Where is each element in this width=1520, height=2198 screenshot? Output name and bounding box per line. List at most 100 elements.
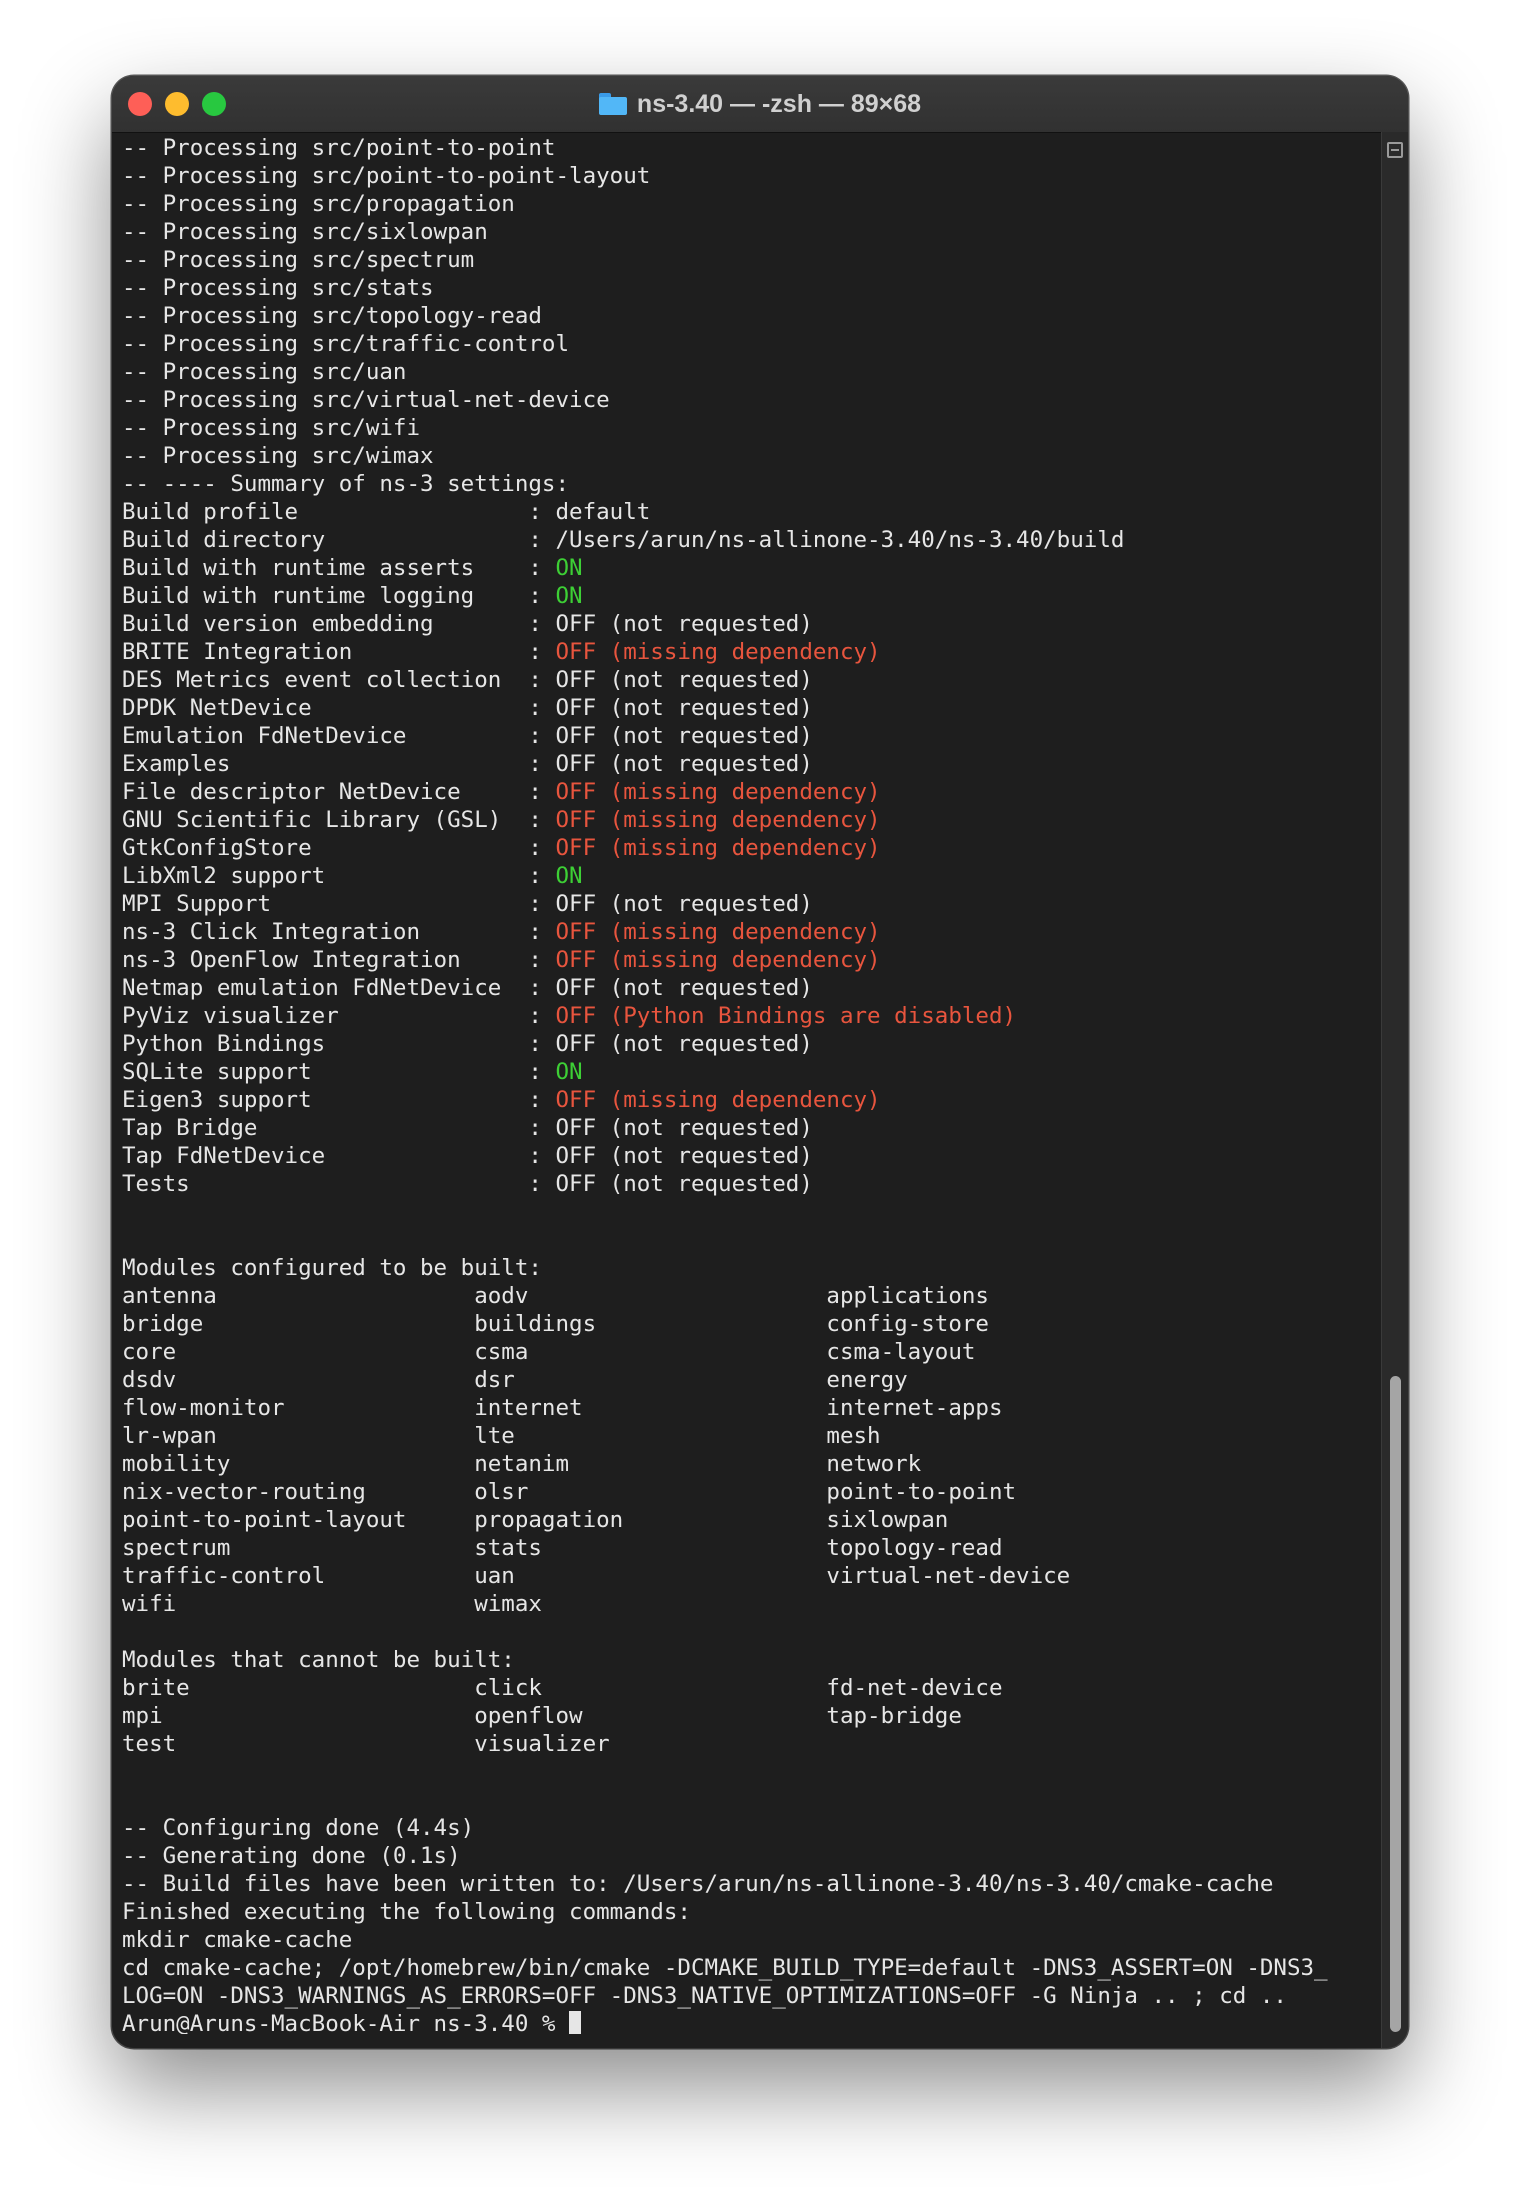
terminal-line: Emulation FdNetDevice : OFF (not request… bbox=[122, 722, 1380, 750]
line-text: Tap Bridge : OFF (not requested) bbox=[122, 1115, 813, 1141]
terminal-line: LibXml2 support : ON bbox=[122, 862, 1380, 890]
terminal-line: -- Processing src/topology-read bbox=[122, 302, 1380, 330]
terminal-line: Tests : OFF (not requested) bbox=[122, 1170, 1380, 1198]
line-text: mpi openflow tap-bridge bbox=[122, 1703, 962, 1729]
line-text: mobility netanim network bbox=[122, 1451, 922, 1477]
line-text: SQLite support : bbox=[122, 1059, 556, 1085]
text-cursor bbox=[569, 2011, 582, 2034]
terminal-line: -- Processing src/point-to-point-layout bbox=[122, 162, 1380, 190]
terminal-line: mobility netanim network bbox=[122, 1450, 1380, 1478]
terminal-line: -- ---- Summary of ns-3 settings: bbox=[122, 470, 1380, 498]
terminal-line: Build with runtime asserts : ON bbox=[122, 554, 1380, 582]
terminal-line: -- Processing src/traffic-control bbox=[122, 330, 1380, 358]
line-text: Emulation FdNetDevice : OFF (not request… bbox=[122, 723, 813, 749]
terminal-output[interactable]: -- Processing src/point-to-point -- Proce… bbox=[122, 134, 1380, 2034]
line-text: -- Processing src/spectrum bbox=[122, 247, 475, 273]
prompt-line[interactable]: Arun@Aruns-MacBook-Air ns-3.40 % bbox=[122, 2010, 1380, 2034]
terminal-line: -- Processing src/wifi bbox=[122, 414, 1380, 442]
line-text: flow-monitor internet internet-apps bbox=[122, 1395, 1003, 1421]
terminal-line: antenna aodv applications bbox=[122, 1282, 1380, 1310]
status-green-text: ON bbox=[555, 583, 583, 609]
line-text: traffic-control uan virtual-net-device bbox=[122, 1563, 1071, 1589]
terminal-line: Modules that cannot be built: bbox=[122, 1646, 1380, 1674]
terminal-line: point-to-point-layout propagation sixlow… bbox=[122, 1506, 1380, 1534]
terminal-window: ns-3.40 — -zsh — 89×68 -- Processing src… bbox=[112, 76, 1408, 2048]
status-green-text: ON bbox=[555, 1059, 583, 1085]
line-text: LibXml2 support : bbox=[122, 863, 556, 889]
terminal-line: -- Processing src/sixlowpan bbox=[122, 218, 1380, 246]
line-text: ns-3 OpenFlow Integration : bbox=[122, 947, 556, 973]
line-text: -- Processing src/wimax bbox=[122, 443, 434, 469]
line-text: -- Generating done (0.1s) bbox=[122, 1843, 461, 1869]
line-text: MPI Support : OFF (not requested) bbox=[122, 891, 813, 917]
line-text: Build directory : /Users/arun/ns-allinon… bbox=[122, 527, 1125, 553]
terminal-line: -- Processing src/propagation bbox=[122, 190, 1380, 218]
terminal-line: -- Processing src/spectrum bbox=[122, 246, 1380, 274]
window-title-group: ns-3.40 — -zsh — 89×68 bbox=[112, 76, 1408, 132]
line-text: point-to-point-layout propagation sixlow… bbox=[122, 1507, 949, 1533]
line-text: -- Processing src/point-to-point-layout bbox=[122, 163, 651, 189]
scrollbar-thumb[interactable] bbox=[1390, 1376, 1401, 2032]
terminal-line: Tap FdNetDevice : OFF (not requested) bbox=[122, 1142, 1380, 1170]
terminal-line: -- Configuring done (4.4s) bbox=[122, 1814, 1380, 1842]
terminal-line: BRITE Integration : OFF (missing depende… bbox=[122, 638, 1380, 666]
line-text: mkdir cmake-cache bbox=[122, 1927, 353, 1953]
line-text: GtkConfigStore : bbox=[122, 835, 556, 861]
line-text: ns-3 Click Integration : bbox=[122, 919, 556, 945]
terminal-line: LOG=ON -DNS3_WARNINGS_AS_ERRORS=OFF -DNS… bbox=[122, 1982, 1380, 2010]
terminal-line: PyViz visualizer : OFF (Python Bindings … bbox=[122, 1002, 1380, 1030]
status-red-text: OFF (missing dependency) bbox=[555, 947, 881, 973]
line-text: Examples : OFF (not requested) bbox=[122, 751, 813, 777]
line-text: lr-wpan lte mesh bbox=[122, 1423, 881, 1449]
terminal-line: -- Processing src/stats bbox=[122, 274, 1380, 302]
line-text: Build version embedding : OFF (not reque… bbox=[122, 611, 813, 637]
line-text: test visualizer bbox=[122, 1731, 610, 1757]
terminal-line: test visualizer bbox=[122, 1730, 1380, 1758]
line-text: File descriptor NetDevice : bbox=[122, 779, 556, 805]
line-text: -- Configuring done (4.4s) bbox=[122, 1815, 475, 1841]
terminal-line: dsdv dsr energy bbox=[122, 1366, 1380, 1394]
window-title: ns-3.40 — -zsh — 89×68 bbox=[636, 89, 922, 118]
line-text: GNU Scientific Library (GSL) : bbox=[122, 807, 556, 833]
terminal-line: -- Processing src/virtual-net-device bbox=[122, 386, 1380, 414]
terminal-line: File descriptor NetDevice : OFF (missing… bbox=[122, 778, 1380, 806]
folder-icon bbox=[598, 93, 627, 115]
terminal-line: Netmap emulation FdNetDevice : OFF (not … bbox=[122, 974, 1380, 1002]
line-text: -- ---- Summary of ns-3 settings: bbox=[122, 471, 570, 497]
terminal-line: DPDK NetDevice : OFF (not requested) bbox=[122, 694, 1380, 722]
shell-prompt: Arun@Aruns-MacBook-Air ns-3.40 % bbox=[122, 2011, 570, 2034]
line-text: LOG=ON -DNS3_WARNINGS_AS_ERRORS=OFF -DNS… bbox=[122, 1983, 1287, 2009]
terminal-line: traffic-control uan virtual-net-device bbox=[122, 1562, 1380, 1590]
line-text: antenna aodv applications bbox=[122, 1283, 989, 1309]
line-text: -- Processing src/topology-read bbox=[122, 303, 542, 329]
title-bar[interactable]: ns-3.40 — -zsh — 89×68 bbox=[112, 76, 1408, 133]
line-text: -- Processing src/wifi bbox=[122, 415, 421, 441]
terminal-line: GNU Scientific Library (GSL) : OFF (miss… bbox=[122, 806, 1380, 834]
line-text: spectrum stats topology-read bbox=[122, 1535, 1003, 1561]
line-text: brite click fd-net-device bbox=[122, 1675, 1003, 1701]
terminal-line: -- Processing src/uan bbox=[122, 358, 1380, 386]
vertical-scrollbar[interactable] bbox=[1381, 132, 1408, 2048]
terminal-line: GtkConfigStore : OFF (missing dependency… bbox=[122, 834, 1380, 862]
line-text: Modules configured to be built: bbox=[122, 1255, 542, 1281]
terminal-line: Build with runtime logging : ON bbox=[122, 582, 1380, 610]
terminal-line: mpi openflow tap-bridge bbox=[122, 1702, 1380, 1730]
terminal-line: SQLite support : ON bbox=[122, 1058, 1380, 1086]
line-text: Build with runtime logging : bbox=[122, 583, 556, 609]
status-red-text: OFF (missing dependency) bbox=[555, 919, 881, 945]
terminal-line: bridge buildings config-store bbox=[122, 1310, 1380, 1338]
status-green-text: ON bbox=[555, 555, 583, 581]
line-text: -- Processing src/propagation bbox=[122, 191, 515, 217]
line-text: bridge buildings config-store bbox=[122, 1311, 989, 1337]
line-text: Finished executing the following command… bbox=[122, 1899, 691, 1925]
terminal-line: ns-3 OpenFlow Integration : OFF (missing… bbox=[122, 946, 1380, 974]
terminal-line: core csma csma-layout bbox=[122, 1338, 1380, 1366]
terminal-line: Build version embedding : OFF (not reque… bbox=[122, 610, 1380, 638]
line-text: dsdv dsr energy bbox=[122, 1367, 908, 1393]
line-text: -- Processing src/point-to-point bbox=[122, 135, 556, 161]
scroll-marks-icon[interactable] bbox=[1387, 142, 1403, 158]
line-text: cd cmake-cache; /opt/homebrew/bin/cmake … bbox=[122, 1955, 1328, 1981]
line-text: Netmap emulation FdNetDevice : OFF (not … bbox=[122, 975, 813, 1001]
